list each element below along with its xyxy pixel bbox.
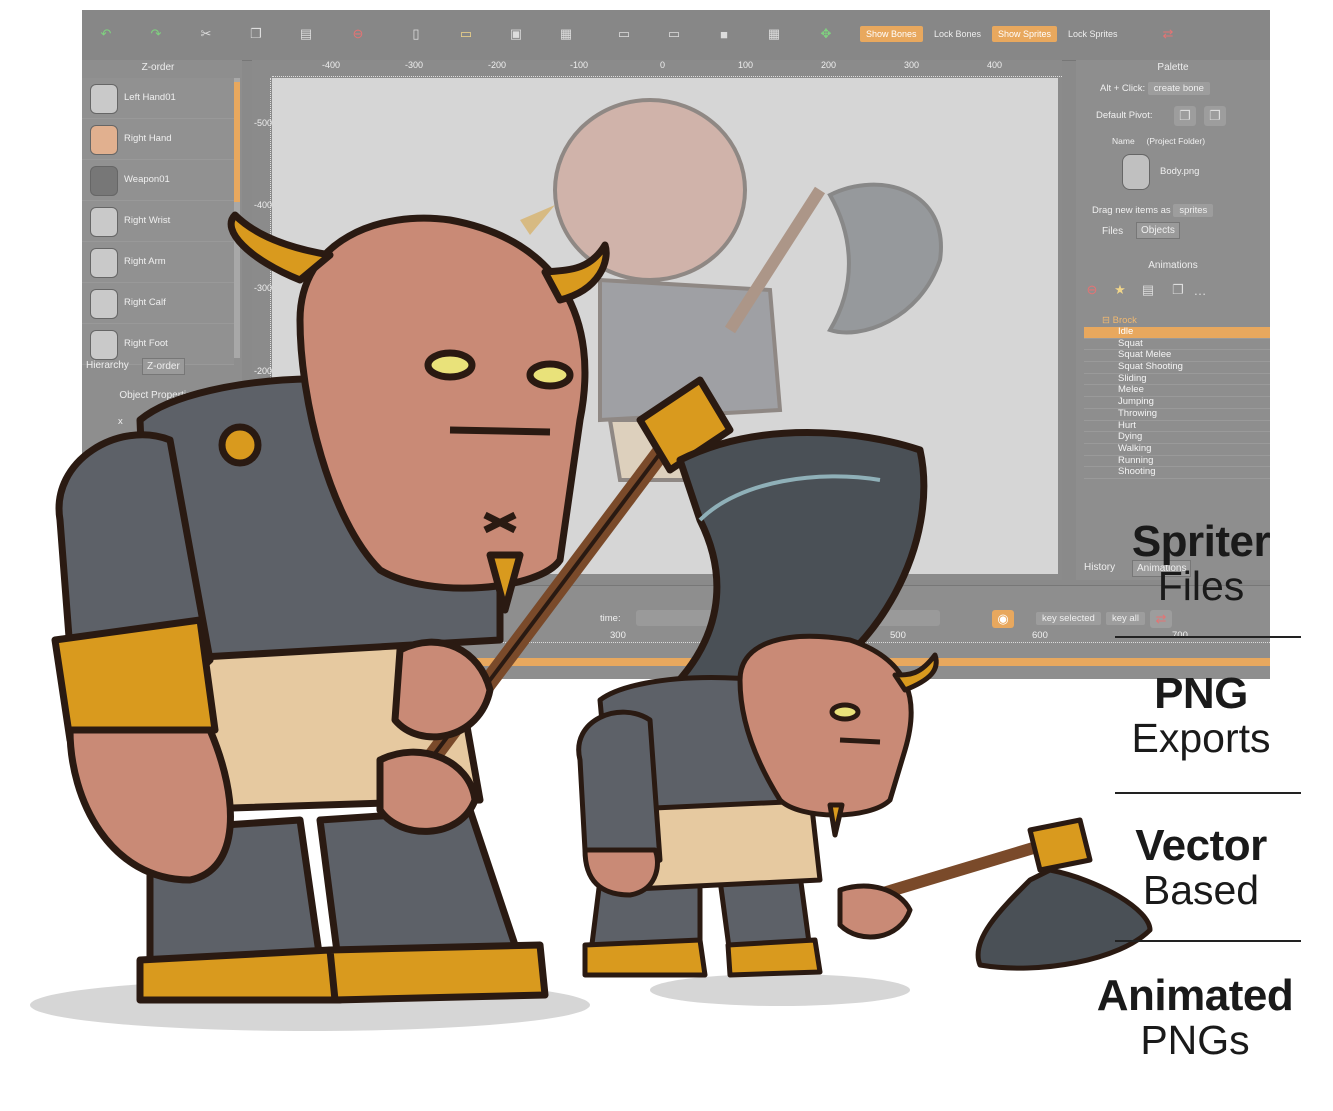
divider — [1115, 940, 1301, 942]
feature-animated-pngs: Animated PNGs — [1095, 971, 1295, 1063]
shadow-small — [650, 974, 910, 1006]
feature-bold: Vector — [1135, 821, 1267, 870]
divider — [1115, 636, 1301, 638]
divider — [1115, 792, 1301, 794]
feature-light: PNGs — [1140, 1017, 1250, 1063]
feature-light: Exports — [1131, 715, 1271, 761]
small-character — [576, 633, 1153, 978]
feature-png-exports: PNG Exports — [1101, 669, 1301, 761]
feature-bold: PNG — [1154, 669, 1248, 718]
feature-light: Based — [1142, 867, 1260, 913]
feature-bold: Animated — [1096, 971, 1294, 1020]
feature-bold: Spriter — [1131, 517, 1271, 566]
feature-spriter-files: Spriter Files — [1101, 517, 1301, 609]
feature-vector-based: Vector Based — [1101, 821, 1301, 913]
feature-light: Files — [1157, 563, 1245, 609]
